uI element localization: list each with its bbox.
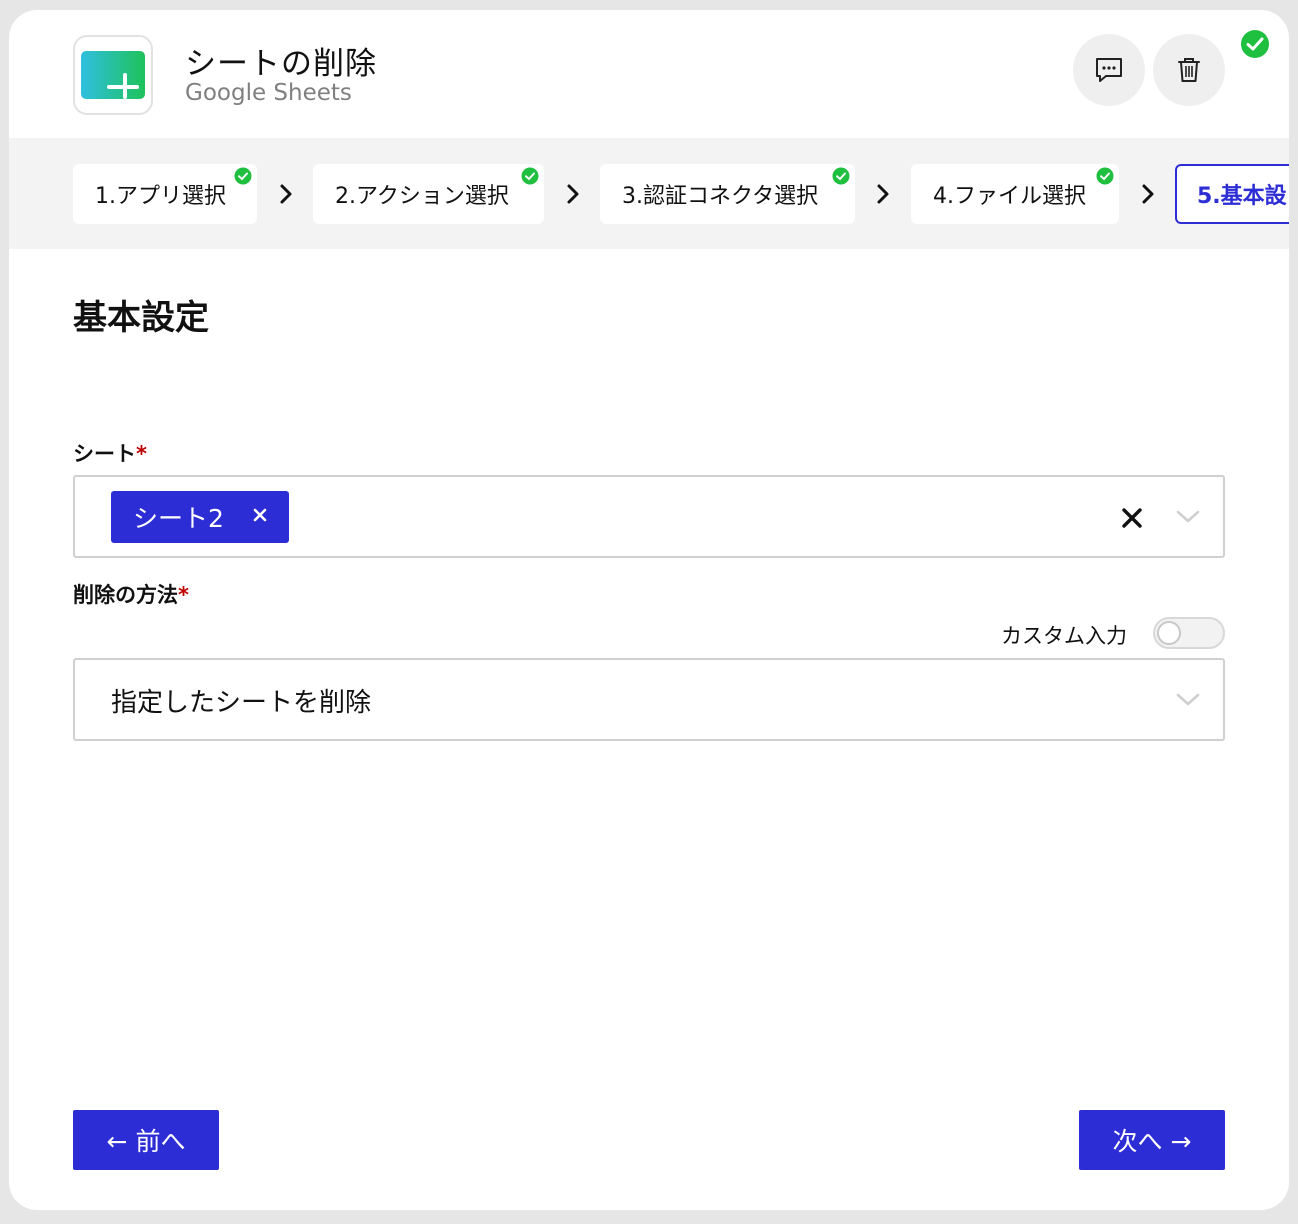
step-basic-settings[interactable]: 5.基本設	[1175, 164, 1289, 224]
selected-sheet-tag: シート2	[111, 491, 289, 543]
clear-selection-icon[interactable]	[1121, 507, 1143, 529]
next-button[interactable]: 次へ →	[1079, 1110, 1225, 1170]
toggle-knob	[1157, 621, 1181, 645]
sheet-field-label: シート*	[73, 438, 147, 468]
google-sheets-icon	[73, 35, 153, 115]
step-action-select[interactable]: 2.アクション選択	[313, 164, 544, 224]
chevron-down-icon[interactable]	[1175, 509, 1201, 525]
step-label: 1.アプリ選択	[95, 184, 226, 209]
step-app-select[interactable]: 1.アプリ選択	[73, 164, 257, 224]
close-icon[interactable]	[251, 506, 269, 524]
stepper: 1.アプリ選択 2.アクション選択 3.認証コネクタ選択 4.ファイル選択 5.…	[9, 138, 1289, 249]
app-name: Google Sheets	[185, 80, 352, 106]
header: シートの削除 Google Sheets	[9, 10, 1289, 138]
chevron-right-icon	[1142, 184, 1154, 204]
page-title: シートの削除	[185, 46, 377, 82]
section-title: 基本設定	[73, 298, 209, 338]
method-label-text: 削除の方法	[73, 583, 178, 607]
required-mark: *	[136, 442, 147, 466]
step-label: 5.基本設	[1197, 184, 1287, 209]
check-icon	[234, 167, 252, 185]
trash-icon	[1178, 58, 1200, 82]
step-label: 3.認証コネクタ選択	[622, 184, 819, 209]
sheet-select[interactable]: シート2	[73, 475, 1225, 558]
custom-input-label: カスタム入力	[1001, 624, 1127, 648]
chevron-right-icon	[280, 184, 292, 204]
method-select[interactable]: 指定したシートを削除	[73, 658, 1225, 741]
step-label: 4.ファイル選択	[933, 184, 1086, 209]
check-icon	[832, 167, 850, 185]
tag-label: シート2	[133, 504, 224, 533]
chevron-down-icon[interactable]	[1175, 692, 1201, 708]
step-file-select[interactable]: 4.ファイル選択	[911, 164, 1119, 224]
comment-button[interactable]	[1073, 34, 1145, 106]
check-icon	[1096, 167, 1114, 185]
required-mark: *	[178, 583, 189, 607]
comment-icon	[1096, 58, 1122, 82]
custom-input-toggle[interactable]	[1153, 617, 1225, 649]
method-field-label: 削除の方法*	[73, 579, 189, 609]
method-select-value: 指定したシートを削除	[111, 688, 372, 718]
previous-button[interactable]: ← 前へ	[73, 1110, 219, 1170]
sheet-label-text: シート	[73, 442, 136, 466]
success-check-icon	[1241, 30, 1269, 58]
step-connector-select[interactable]: 3.認証コネクタ選択	[600, 164, 855, 224]
modal-panel: シートの削除 Google Sheets 1.アプリ選択 2.アクション選択 3…	[9, 10, 1289, 1210]
step-label: 2.アクション選択	[335, 184, 509, 209]
chevron-right-icon	[567, 184, 579, 204]
chevron-right-icon	[877, 184, 889, 204]
check-icon	[521, 167, 539, 185]
delete-button[interactable]	[1153, 34, 1225, 106]
